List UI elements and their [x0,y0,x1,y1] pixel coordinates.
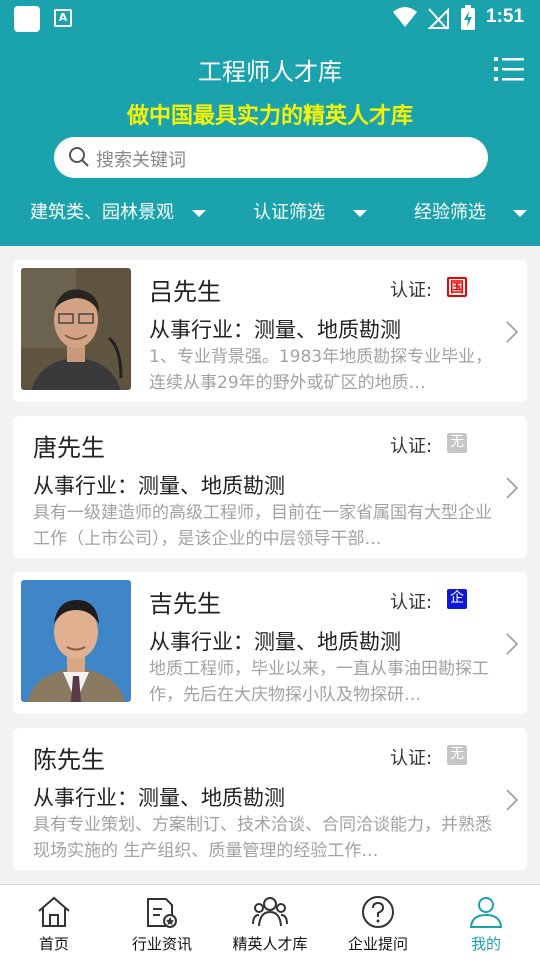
industry-text: 从事行业：测量、地质勘测 [33,786,285,810]
search-icon [69,147,89,167]
tab-label: 企业提问 [347,935,408,953]
notification-app-icon [14,6,40,32]
tab-news[interactable]: 行业资讯 [108,885,216,960]
tab-label: 首页 [38,935,69,953]
no-signal-icon [427,7,449,30]
candidate-name: 吕先生 [149,278,221,306]
tab-label: 精英人才库 [232,935,308,953]
status-bar: A 1:51 [0,0,540,36]
news-icon [147,898,177,928]
slogan: 做中国最具实力的精英人才库 [126,104,413,129]
cert-badge-none: 无 [447,745,467,765]
description-text: 具有专业策划、方案制订、技术洽谈、合同洽谈能力，并熟悉现场实施的 生产组织、质量… [33,815,492,861]
cert-label: 认证: [390,592,433,613]
tab-home[interactable]: 首页 [0,885,108,960]
search-placeholder: 搜索关键词 [96,150,186,171]
chevron-down-icon [353,210,367,217]
candidate-name: 唐先生 [33,434,105,462]
description-text: 1、专业背景强。1983年地质勘探专业毕业，连续从事29年的野外或矿区的地质… [149,347,493,393]
home-icon [38,896,70,927]
candidate-name: 陈先生 [33,746,105,774]
filter-certification[interactable]: 认证筛选 [253,198,325,224]
cert-label: 认证: [390,748,433,769]
notification-a-icon: A [54,9,72,27]
bottom-tab-bar: 首页 行业资讯 精英人才库 企业提问 我的 [0,884,540,960]
tab-talent[interactable]: 精英人才库 [216,885,324,960]
tab-label: 我的 [470,935,501,953]
cert-badge-enterprise: 企 [447,589,467,609]
tab-profile[interactable]: 我的 [432,885,540,960]
profile-icon [469,897,503,928]
page-title: 工程师人才库 [198,58,342,86]
filter-experience[interactable]: 经验筛选 [414,198,486,224]
avatar [21,268,131,390]
status-time: 1:51 [486,6,525,27]
cert-label: 认证: [390,436,433,457]
industry-text: 从事行业：测量、地质勘测 [33,474,285,498]
candidate-name: 吉先生 [149,590,221,618]
talent-card[interactable]: 陈先生 认证: 无 从事行业：测量、地质勘测 具有专业策划、方案制订、技术洽谈、… [13,728,527,870]
cert-label: 认证: [390,280,433,301]
industry-text: 从事行业：测量、地质勘测 [149,318,401,342]
battery-charging-icon [461,5,475,30]
industry-text: 从事行业：测量、地质勘测 [149,630,401,654]
menu-list-icon[interactable] [494,56,524,82]
chevron-right-icon [506,789,519,811]
talent-card[interactable]: 唐先生 认证: 无 从事行业：测量、地质勘测 具有一级建造师的高级工程师，目前在… [13,416,527,558]
search-input[interactable]: 搜索关键词 [54,137,488,178]
cert-badge-none: 无 [447,433,467,453]
tab-question[interactable]: 企业提问 [324,885,432,960]
chevron-down-icon [192,210,206,217]
chevron-right-icon [506,477,519,499]
wifi-icon [393,7,417,27]
filter-category[interactable]: 建筑类、园林景观 [30,198,174,224]
chevron-down-icon [513,210,527,217]
description-text: 地质工程师，毕业以来，一直从事油田勘探工作，先后在大庆物探小队及物探研… [149,659,489,705]
talent-card[interactable]: 吉先生 认证: 企 从事行业：测量、地质勘测 地质工程师，毕业以来，一直从事油田… [13,572,527,714]
talent-icon [252,897,288,927]
chevron-right-icon [506,633,519,655]
question-icon [362,896,394,928]
cert-badge-national: 国 [447,277,467,297]
description-text: 具有一级建造师的高级工程师，目前在一家省属国有大型企业工作（上市公司），是该企业… [33,503,492,549]
header: A 1:51 工程师人才库 做中国最具实力的精英人才库 搜索关键词 建筑类、园林… [0,0,540,246]
tab-label: 行业资讯 [131,935,192,953]
avatar [21,580,131,702]
talent-card[interactable]: 吕先生 认证: 国 从事行业：测量、地质勘测 1、专业背景强。1983年地质勘探… [13,260,527,402]
chevron-right-icon [506,321,519,343]
